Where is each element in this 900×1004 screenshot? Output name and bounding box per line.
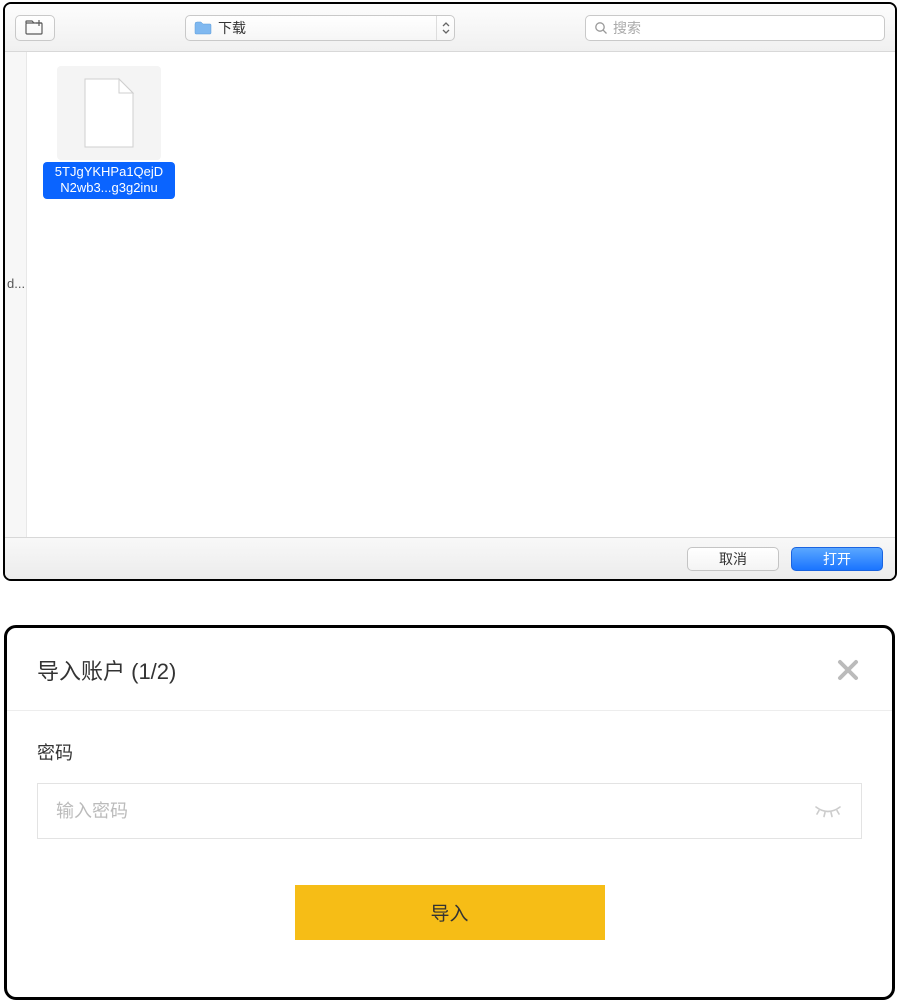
modal-body: 密码 导入 (7, 711, 892, 950)
modal-header: 导入账户 (1/2) (7, 628, 892, 711)
folder-icon (194, 21, 212, 35)
search-input[interactable] (613, 20, 876, 36)
location-label: 下载 (218, 18, 446, 38)
toggle-password-visibility[interactable] (813, 802, 843, 820)
password-field-wrap (37, 783, 862, 839)
file-open-dialog: 下载 d... (3, 2, 897, 581)
import-button-label: 导入 (430, 904, 468, 925)
toolbar-center: 下载 (65, 15, 575, 41)
open-button[interactable]: 打开 (791, 547, 883, 571)
sidebar-item-label: d... (7, 276, 25, 291)
open-label: 打开 (823, 549, 851, 569)
search-icon (594, 21, 608, 35)
file-name-line2: N2wb3...g3g2inu (60, 180, 158, 195)
cancel-label: 取消 (719, 549, 747, 569)
location-dropdown[interactable]: 下载 (185, 15, 455, 41)
file-item[interactable]: 5TJgYKHPa1QejD N2wb3...g3g2inu (45, 66, 173, 199)
file-dialog-footer: 取消 打开 (5, 537, 895, 579)
file-name-line1: 5TJgYKHPa1QejD (55, 164, 163, 179)
sidebar[interactable]: d... (5, 52, 27, 537)
file-body: d... 5TJgYKHPa1QejD N2wb3...g3g2inu (5, 52, 895, 537)
close-icon (837, 659, 859, 681)
import-button[interactable]: 导入 (295, 885, 605, 940)
eye-closed-icon (813, 802, 843, 820)
close-button[interactable] (834, 656, 862, 684)
import-account-modal: 导入账户 (1/2) 密码 导入 (4, 625, 895, 1000)
new-folder-button[interactable] (15, 15, 55, 41)
file-dialog-toolbar: 下载 (5, 4, 895, 52)
file-thumbnail (57, 66, 161, 160)
password-input[interactable] (56, 801, 813, 822)
search-box[interactable] (585, 15, 885, 41)
generic-file-icon (79, 77, 139, 149)
file-grid[interactable]: 5TJgYKHPa1QejD N2wb3...g3g2inu (27, 52, 895, 537)
file-name: 5TJgYKHPa1QejD N2wb3...g3g2inu (43, 162, 175, 199)
chevron-updown-icon (436, 16, 454, 40)
modal-title: 导入账户 (1/2) (37, 654, 176, 686)
cancel-button[interactable]: 取消 (687, 547, 779, 571)
new-folder-icon (25, 20, 45, 35)
password-label: 密码 (37, 739, 862, 765)
